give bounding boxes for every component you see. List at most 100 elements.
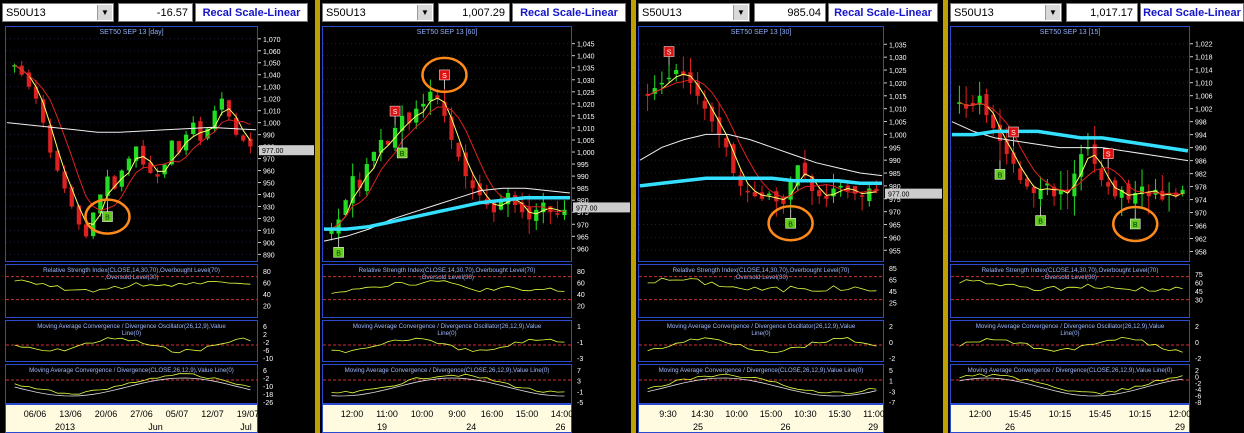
candle bbox=[219, 98, 224, 110]
chevron-down-icon[interactable]: ▼ bbox=[97, 5, 112, 20]
recal-scale-button[interactable]: Recal Scale-Linear bbox=[828, 3, 938, 22]
y-tick-label: 1,010 bbox=[577, 126, 595, 133]
x-tick-label-secondary: 26 bbox=[781, 422, 791, 432]
y-tick-label: 960 bbox=[263, 169, 275, 176]
chevron-down-icon[interactable]: ▼ bbox=[733, 5, 748, 20]
rsi-tick-label: 60 bbox=[263, 280, 271, 287]
x-tick-label: 11:00 bbox=[376, 409, 398, 419]
y-tick-label: 985 bbox=[889, 171, 901, 178]
x-tick-label: 15:00 bbox=[760, 409, 783, 419]
y-tick-label: 970 bbox=[889, 210, 901, 217]
x-tick-label: 15:45 bbox=[1089, 409, 1112, 419]
rsi-title: Relative Strength Index(CLOSE,14,30,70),… bbox=[359, 267, 536, 274]
rsi-tick-label: 40 bbox=[263, 292, 271, 299]
y-tick-label: 1,000 bbox=[263, 121, 281, 128]
rsi-tick-label: 80 bbox=[263, 269, 271, 276]
candle bbox=[824, 195, 829, 199]
x-tick-label: 14:00 bbox=[551, 409, 574, 419]
symbol-select[interactable]: S50U13 ▼ bbox=[2, 3, 114, 22]
signal-label: S bbox=[1106, 152, 1111, 159]
panel-header: S50U13 ▼ 1,017.17 Recal Scale-Linear bbox=[948, 0, 1244, 26]
y-tick-label: 1,050 bbox=[263, 61, 281, 68]
y-tick-label: 1,006 bbox=[1195, 94, 1213, 101]
signal-label: B bbox=[998, 172, 1003, 179]
macd-tick-label: -10 bbox=[263, 384, 273, 391]
chevron-down-icon[interactable]: ▼ bbox=[1045, 5, 1060, 20]
candle bbox=[809, 176, 815, 192]
macd-title: Moving Average Convergence / Divergence(… bbox=[968, 367, 1173, 374]
candle bbox=[1031, 187, 1036, 194]
recal-scale-button[interactable]: Recal Scale-Linear bbox=[1140, 3, 1244, 22]
x-tick-label-secondary: 19 bbox=[377, 422, 387, 432]
rsi-tick-label: 65 bbox=[889, 278, 897, 285]
chart-panel-2: S50U13 ▼ 1,007.29 Recal Scale-Linear SET5… bbox=[320, 0, 631, 433]
rsi-tick-label: 30 bbox=[1195, 298, 1203, 305]
macd-osc-tick-label: -1 bbox=[577, 340, 583, 347]
price-chart[interactable]: SET50 SEP 13 [30] 1,035 1,030 1,025 1,020 1,0… bbox=[636, 26, 943, 433]
candle bbox=[198, 121, 203, 141]
candle bbox=[428, 91, 433, 102]
y-tick-label: 970 bbox=[577, 222, 589, 229]
y-tick-label: 990 bbox=[1195, 146, 1207, 153]
y-tick-label: 962 bbox=[1195, 237, 1207, 244]
rsi-tick-label: 25 bbox=[889, 301, 897, 308]
recal-scale-button[interactable]: Recal Scale-Linear bbox=[195, 3, 308, 22]
macd-tick-label: -8 bbox=[1195, 400, 1201, 407]
y-tick-label: 965 bbox=[577, 234, 589, 241]
x-tick-label: 10:15 bbox=[1049, 409, 1072, 419]
signal-label: S bbox=[667, 50, 672, 57]
macd-osc-tick-label: -6 bbox=[263, 348, 269, 355]
rsi-tick-label: 80 bbox=[577, 269, 585, 276]
candle bbox=[774, 191, 779, 202]
candle bbox=[241, 135, 246, 141]
symbol-select[interactable]: S50U13 ▼ bbox=[638, 3, 750, 22]
y-tick-label: 995 bbox=[577, 162, 589, 169]
price-chart[interactable]: SET50 SEP 13 [60] 1,045 1,040 1,035 1,030 1,0… bbox=[320, 26, 631, 433]
chart-title: SET50 SEP 13 [30] bbox=[731, 29, 792, 36]
candle bbox=[477, 183, 482, 196]
rsi-tick-label: 85 bbox=[889, 266, 897, 273]
current-price-label: 977.00 bbox=[888, 192, 910, 199]
candle bbox=[470, 180, 475, 189]
y-tick-label: 1,005 bbox=[889, 120, 907, 127]
signal-label: S bbox=[393, 109, 398, 116]
x-tick-label-secondary: 29 bbox=[868, 422, 878, 432]
rsi-tick-label: 20 bbox=[577, 303, 585, 310]
macd-osc-tick-label: 2 bbox=[263, 332, 267, 339]
chart-title: SET50 SEP 13 [day] bbox=[99, 29, 163, 36]
macd-tick-label: -18 bbox=[263, 392, 273, 399]
macd-osc-tick-label: 2 bbox=[889, 324, 893, 331]
y-tick-label: 955 bbox=[889, 248, 901, 255]
macd-osc-tick-label: -2 bbox=[889, 356, 895, 363]
candle bbox=[449, 116, 454, 140]
y-tick-label: 1,040 bbox=[577, 54, 595, 61]
y-tick-label: 1,020 bbox=[577, 102, 595, 109]
chevron-down-icon[interactable]: ▼ bbox=[417, 5, 432, 20]
symbol-select[interactable]: S50U13 ▼ bbox=[322, 3, 434, 22]
x-tick-label-secondary: 29 bbox=[1175, 422, 1185, 432]
price-chart[interactable]: SET50 SEP 13 [day] 1,070 1,060 1,050 1,040 1,… bbox=[0, 26, 315, 433]
macd-osc-title: Moving Average Convergence / Divergence … bbox=[667, 323, 856, 330]
chart-title: SET50 SEP 13 [15] bbox=[1040, 29, 1101, 36]
x-tick-label: 12/07 bbox=[201, 409, 224, 419]
y-tick-label: 910 bbox=[263, 228, 275, 235]
y-tick-label: 960 bbox=[577, 246, 589, 253]
price-chart[interactable]: SET50 SEP 13 [15] 1,022 1,018 1,014 1,010 1,0… bbox=[948, 26, 1244, 433]
macd-osc-title-cont: Line(0) bbox=[1060, 330, 1079, 337]
macd-osc-tick-label: 6 bbox=[263, 324, 267, 331]
x-tick-label: 15:00 bbox=[516, 409, 539, 419]
y-tick-label: 1,015 bbox=[577, 114, 595, 121]
symbol-select[interactable]: S50U13 ▼ bbox=[950, 3, 1062, 22]
candle bbox=[336, 219, 341, 234]
current-price-label: 977.00 bbox=[576, 205, 598, 212]
rsi-tick-label: 40 bbox=[577, 292, 585, 299]
y-tick-label: 1,010 bbox=[263, 109, 281, 116]
x-tick-label: 27/06 bbox=[130, 409, 153, 419]
candle bbox=[555, 213, 560, 215]
recal-scale-button[interactable]: Recal Scale-Linear bbox=[512, 3, 626, 22]
rsi-title: Relative Strength Index(CLOSE,14,30,70),… bbox=[43, 267, 220, 274]
macd-osc-tick-label: -10 bbox=[263, 356, 273, 363]
macd-tick-label: -7 bbox=[889, 400, 895, 407]
x-tick-label-secondary: 26 bbox=[555, 422, 565, 432]
macd-tick-label: 1 bbox=[889, 379, 893, 386]
